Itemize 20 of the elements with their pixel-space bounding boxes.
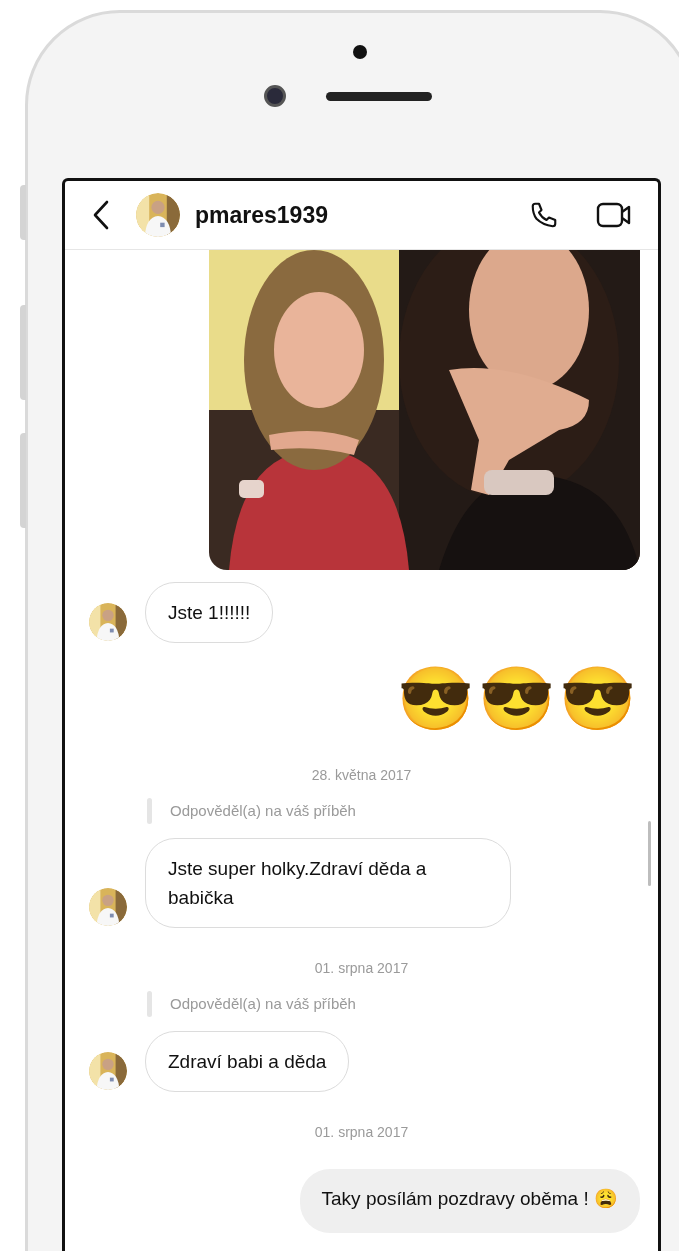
emoji-message: 😎😎😎: [397, 663, 640, 735]
quote-bar: [147, 798, 152, 824]
scrollbar: [648, 821, 651, 886]
phone-icon: [529, 200, 559, 230]
reply-label: Odpověděl(a) na váš příběh: [170, 800, 356, 821]
date-label: 01. srpna 2017: [314, 1123, 409, 1142]
message-bubble: Jste 1!!!!!!: [145, 582, 274, 643]
video-camera-icon: [596, 201, 632, 229]
quote-bar: [147, 991, 152, 1017]
speaker-icon: [326, 91, 432, 101]
back-icon: [93, 200, 109, 230]
message-bubble: Zdraví babi a děda: [145, 1031, 350, 1092]
date-label: 01. srpna 2017: [314, 959, 409, 978]
sensor-icon: [353, 45, 367, 59]
camera-icon: [264, 85, 286, 107]
message-bubble: Taky posílám pozdravy oběma ! 😩: [299, 1169, 640, 1233]
message-bubble: Jste super holky.Zdraví děda a babička: [145, 838, 511, 928]
date-label: 28. května 2017: [311, 766, 412, 785]
username[interactable]: pmares1939: [195, 197, 328, 233]
reply-label: Odpověděl(a) na váš příběh: [170, 993, 356, 1014]
